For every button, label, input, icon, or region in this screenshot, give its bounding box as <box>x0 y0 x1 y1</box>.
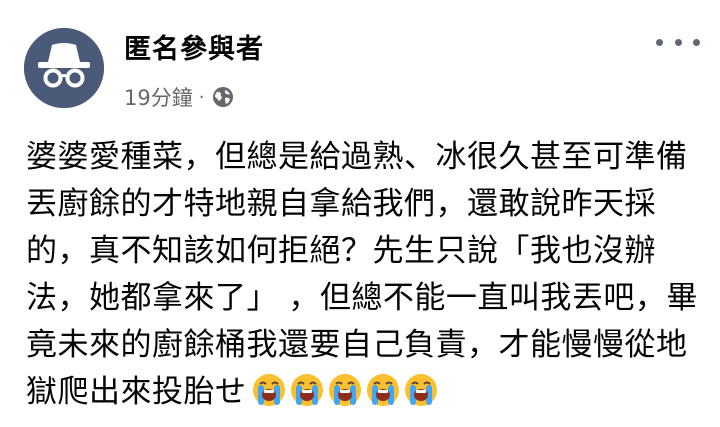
author-name[interactable]: 匿名參與者 <box>124 33 264 67</box>
post-text-line: 婆婆愛種菜，但總是給過熟、冰很久甚至可準備 <box>26 139 688 175</box>
loudly-crying-face-emoji <box>366 373 399 406</box>
loudly-crying-face-emoji <box>404 373 437 406</box>
more-options-icon-dot <box>656 38 663 46</box>
globe-icon[interactable] <box>212 86 234 108</box>
post-timestamp[interactable]: 19分鐘 <box>124 82 193 112</box>
post-text-last-line: 獄爬出來投胎せ <box>26 369 706 416</box>
post-text-line: 的，真不知該如何拒絕？先生只說「我也沒辦 <box>26 233 656 269</box>
post-text-line: 獄爬出來投胎せ <box>26 374 247 410</box>
post-meta: 19分鐘 · <box>124 82 234 112</box>
loudly-crying-face-emoji <box>252 373 285 406</box>
more-options-button[interactable] <box>656 28 700 56</box>
more-options-icon-dot <box>674 38 682 46</box>
post-text-line: 竟未來的廚餘桶我還要自己負責，才能慢慢從地 <box>26 327 688 363</box>
avatar[interactable] <box>24 28 104 108</box>
post-text-line: 法，她都拿來了」 ，但總不能一直叫我丟吧，畢 <box>26 280 698 316</box>
loudly-crying-face-emoji <box>290 373 323 406</box>
anonymous-incognito-icon <box>24 28 104 108</box>
more-options-icon-dot <box>693 38 700 46</box>
emoji-row <box>251 372 441 408</box>
post-text: 婆婆愛種菜，但總是給過熟、冰很久甚至可準備 丟廚餘的才特地親自拿給我們，還敢說昨… <box>26 134 706 416</box>
loudly-crying-face-emoji <box>328 373 361 406</box>
meta-separator: · <box>198 86 205 108</box>
post-header: 匿名參與者 19分鐘 · <box>0 0 720 120</box>
post-text-line: 丟廚餘的才特地親自拿給我們，還敢說昨天採 <box>26 186 656 222</box>
